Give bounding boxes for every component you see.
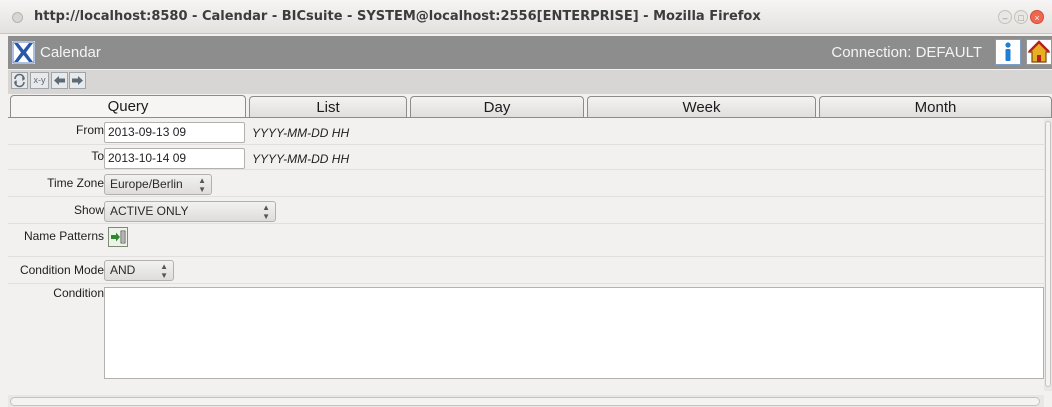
condition-row: Condition (8, 284, 1044, 381)
horizontal-scrollbar[interactable] (8, 395, 1044, 407)
to-format-hint: YYYY-MM-DD HH (252, 152, 350, 166)
toolbar: x-y (8, 70, 1052, 94)
tab-bar: Query List Day Week Month (8, 95, 1052, 118)
from-field[interactable]: 2013-09-13 09 (104, 122, 245, 143)
back-arrow-icon[interactable] (51, 72, 68, 89)
tab-day[interactable]: Day (410, 96, 584, 118)
to-label: To (91, 149, 104, 163)
connection-label: Connection: DEFAULT (831, 44, 982, 61)
forward-arrow-icon[interactable] (69, 72, 86, 89)
app-header: Calendar Connection: DEFAULT (8, 36, 1052, 69)
timezone-value: Europe/Berlin (110, 177, 183, 191)
from-format-hint: YYYY-MM-DD HH (252, 126, 350, 140)
page-title: Calendar (40, 44, 101, 61)
tab-month[interactable]: Month (819, 96, 1052, 118)
add-pattern-icon[interactable] (108, 227, 128, 247)
show-value: ACTIVE ONLY (110, 204, 189, 218)
condition-mode-value: AND (110, 263, 136, 277)
refresh-icon[interactable] (11, 72, 28, 89)
window-title: http://localhost:8580 - Calendar - BICsu… (34, 9, 761, 24)
select-arrows-icon: ▲ ▼ (198, 175, 206, 194)
close-icon[interactable]: × (1030, 10, 1044, 24)
timezone-select[interactable]: Europe/Berlin ▲ ▼ (104, 174, 212, 195)
to-field[interactable]: 2013-10-14 09 (104, 148, 245, 169)
tab-week[interactable]: Week (587, 96, 816, 118)
vertical-scrollbar[interactable] (1044, 119, 1052, 391)
info-icon[interactable] (995, 39, 1021, 65)
xy-icon[interactable]: x-y (30, 72, 49, 89)
condition-label: Condition (53, 286, 104, 300)
minimize-icon[interactable]: – (998, 10, 1012, 24)
home-icon[interactable] (1026, 39, 1052, 65)
name-patterns-label: Name Patterns (23, 229, 104, 243)
show-select[interactable]: ACTIVE ONLY ▲ ▼ (104, 201, 276, 222)
tab-divider (8, 117, 1052, 118)
select-arrows-icon: ▲ ▼ (160, 261, 168, 280)
condition-textarea[interactable] (104, 287, 1044, 379)
condition-mode-row: Condition Mode AND ▲ ▼ (8, 257, 1044, 284)
timezone-label: Time Zone (47, 176, 104, 190)
tab-list[interactable]: List (249, 96, 407, 118)
show-label: Show (73, 203, 104, 217)
calendar-logo-icon (12, 41, 35, 64)
window-controls: – □ × (998, 10, 1044, 24)
timezone-row: Time Zone Europe/Berlin ▲ ▼ (8, 170, 1044, 197)
from-row: From 2013-09-13 09 YYYY-MM-DD HH (8, 119, 1044, 145)
window-menu-icon[interactable] (12, 12, 23, 23)
show-row: Show ACTIVE ONLY ▲ ▼ (8, 197, 1044, 224)
condition-mode-select[interactable]: AND ▲ ▼ (104, 260, 174, 281)
vertical-scroll-thumb[interactable] (1045, 121, 1051, 387)
name-patterns-row: Name Patterns (8, 224, 1044, 257)
select-arrows-icon: ▲ ▼ (262, 202, 270, 221)
condition-mode-label: Condition Mode (19, 263, 104, 277)
from-label: From (76, 123, 104, 137)
horizontal-scroll-thumb[interactable] (10, 397, 1040, 406)
to-row: To 2013-10-14 09 YYYY-MM-DD HH (8, 145, 1044, 170)
query-form: From 2013-09-13 09 YYYY-MM-DD HH To 2013… (8, 119, 1044, 381)
maximize-icon[interactable]: □ (1014, 10, 1028, 24)
window-titlebar: http://localhost:8580 - Calendar - BICsu… (0, 0, 1052, 34)
tab-query[interactable]: Query (10, 95, 246, 118)
